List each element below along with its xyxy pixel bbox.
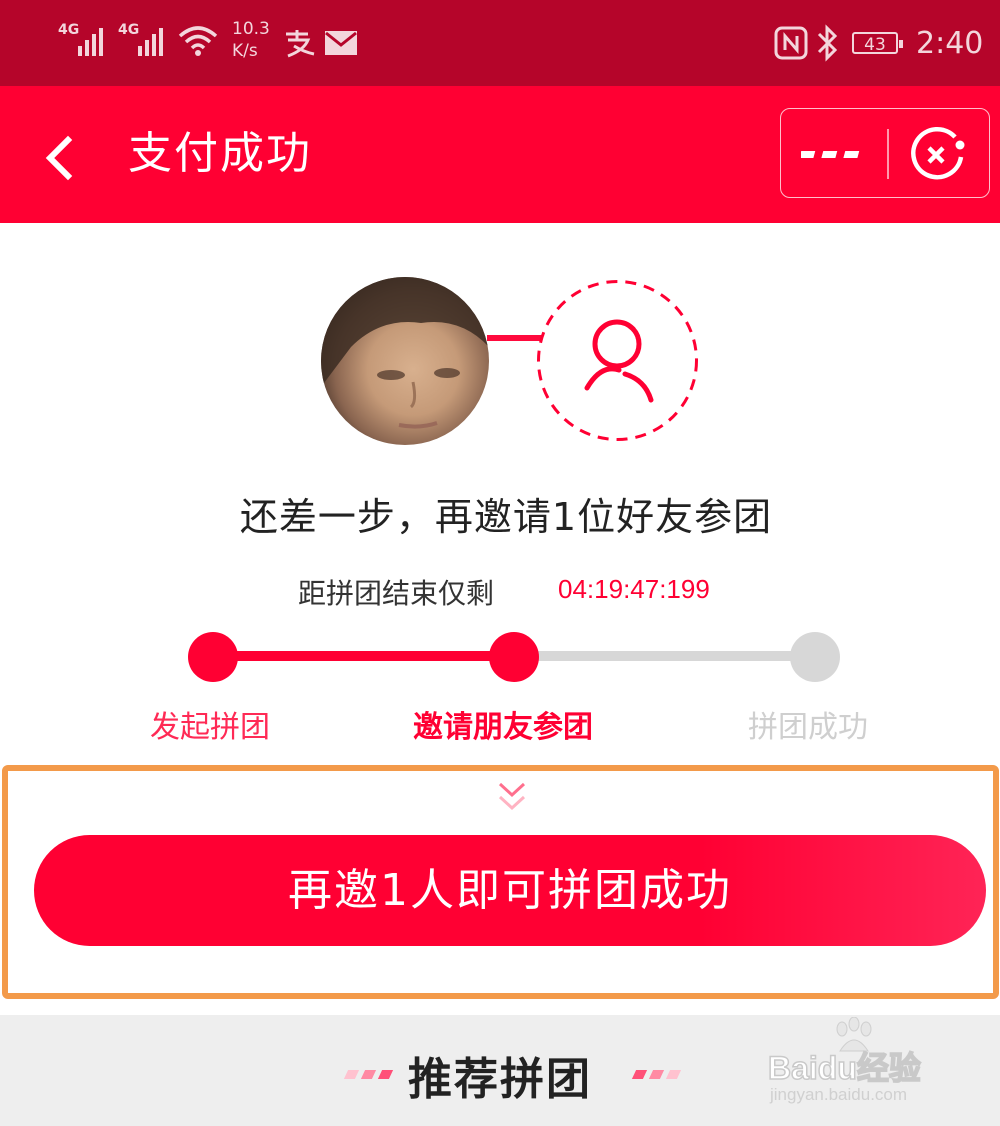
alipay-icon — [286, 30, 315, 58]
miniapp-capsule — [780, 108, 990, 198]
signal-icon — [78, 24, 103, 56]
more-dots-icon[interactable] — [801, 137, 867, 171]
network-type-1: 4G — [58, 22, 80, 38]
network-speed-unit: K/s — [232, 41, 258, 61]
network-speed: 10.3 K/s — [232, 18, 270, 62]
step-label-invite: 邀请朋友参团 — [413, 710, 593, 745]
baidu-watermark: Baidu经验 jingyan.baidu.com — [767, 1015, 988, 1115]
step-label-success: 拼团成功 — [748, 710, 868, 745]
invite-friend-button[interactable]: 再邀1人即可拼团成功 — [34, 835, 986, 946]
watermark-brand: Baidu经验 — [767, 1049, 921, 1087]
countdown-timer: 04:19:47:199 — [558, 574, 710, 604]
user-avatar — [321, 277, 489, 445]
status-bar: 4G 4G 10.3 K/s 43 2:40 — [0, 0, 1000, 86]
capsule-divider — [887, 129, 889, 179]
network-type-2: 4G — [118, 22, 140, 38]
empty-member-icon — [537, 280, 698, 441]
clock: 2:40 — [916, 26, 984, 61]
title-decoration-right — [631, 1070, 682, 1079]
step-label-start: 发起拼团 — [150, 710, 270, 745]
mail-icon — [325, 31, 357, 55]
step-dot-invite — [489, 632, 539, 682]
close-miniapp-icon[interactable] — [905, 123, 971, 185]
progress-track-pending — [512, 651, 814, 661]
bluetooth-icon — [817, 24, 838, 62]
wifi-icon — [178, 26, 218, 56]
step-dot-success — [790, 632, 840, 682]
watermark-url: jingyan.baidu.com — [770, 1085, 908, 1104]
page-title: 支付成功 — [128, 128, 312, 179]
signal-icon — [138, 24, 163, 56]
countdown-label: 距拼团结束仅剩 — [298, 577, 495, 610]
battery-icon: 43 — [852, 32, 903, 55]
double-chevron-down-icon — [498, 782, 526, 811]
progress-track-complete — [212, 651, 512, 661]
invite-heading: 还差一步，再邀请1位好友参团 — [239, 495, 773, 539]
back-arrow-icon[interactable] — [30, 128, 90, 188]
step-dot-start — [188, 632, 238, 682]
nfc-icon — [774, 26, 808, 60]
title-bar: 支付成功 — [0, 86, 1000, 223]
network-speed-value: 10.3 — [232, 19, 270, 39]
